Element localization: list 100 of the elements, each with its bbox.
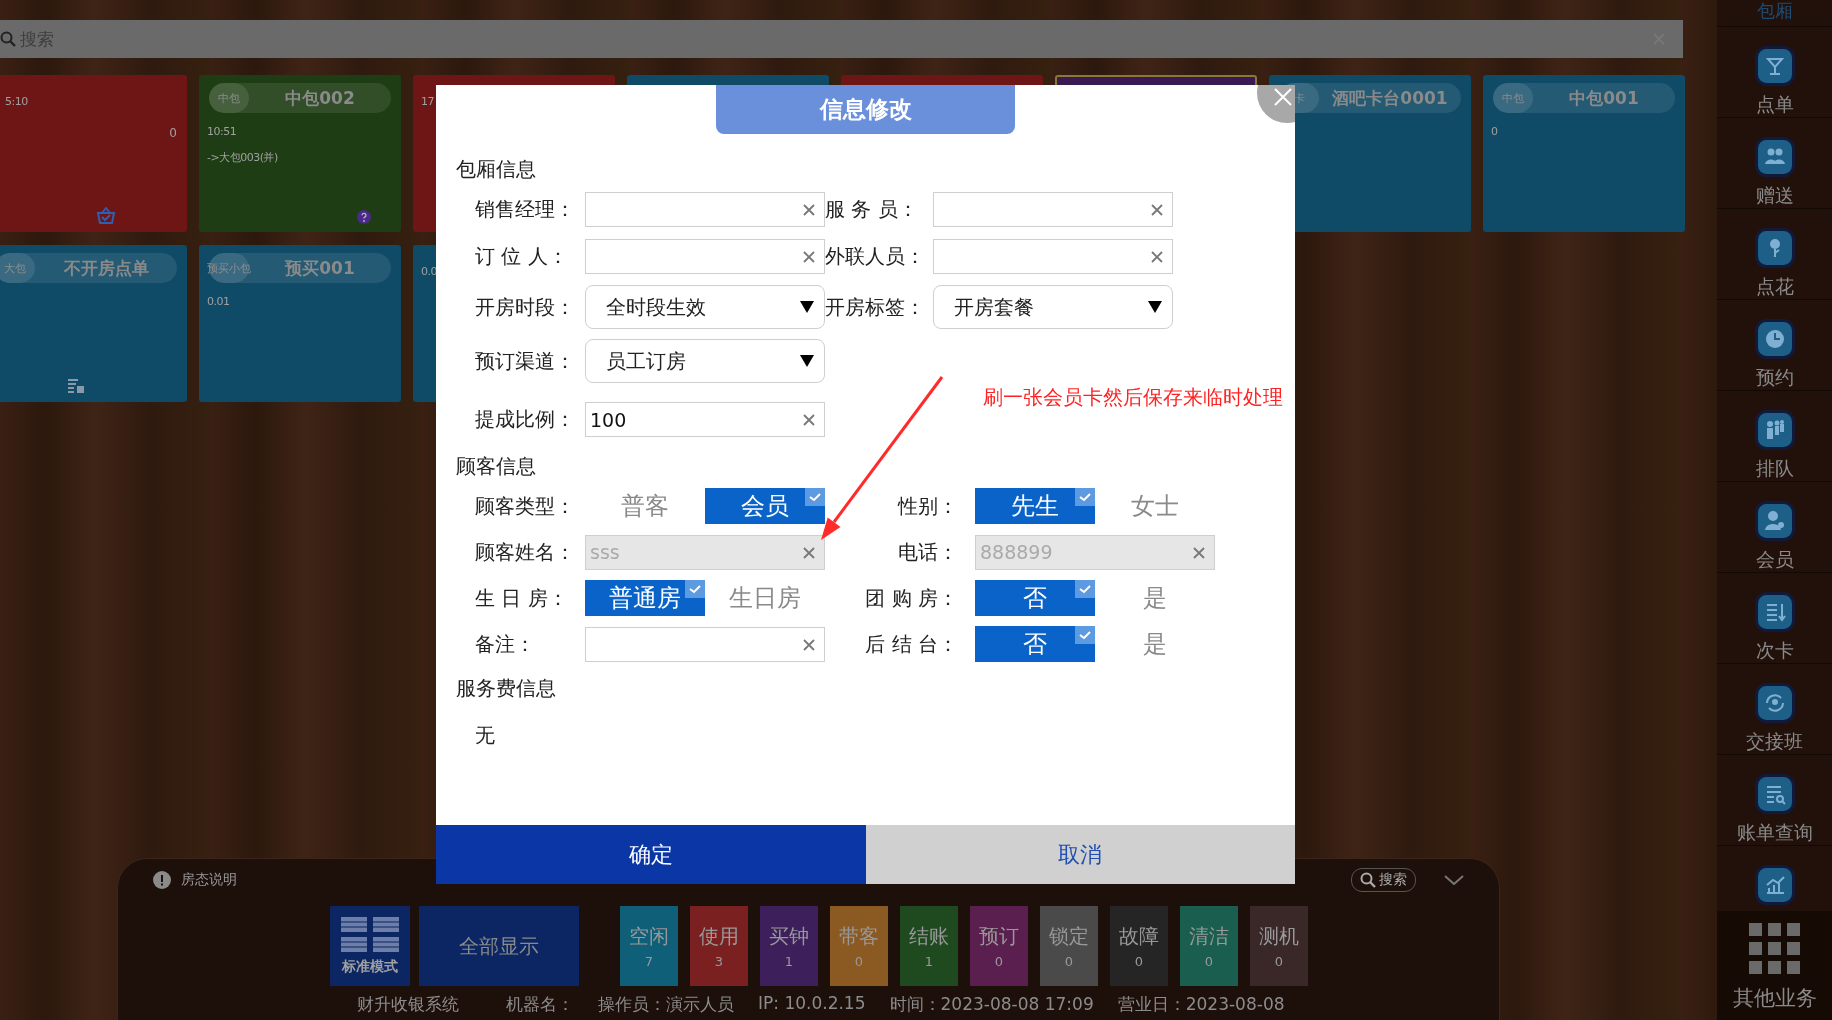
info-icon bbox=[153, 871, 171, 889]
sidebar-item[interactable]: 预约 bbox=[1717, 299, 1832, 390]
text-field[interactable] bbox=[585, 192, 825, 227]
section-heading: 顾客信息 bbox=[455, 453, 537, 479]
clear-icon[interactable] bbox=[1193, 546, 1205, 559]
annotation-text: 刷一张会员卡然后保存来临时处理 bbox=[983, 384, 1283, 411]
room-card[interactable]: 中包 中包002 10:51 ->大包003(并) bbox=[199, 75, 401, 232]
field-label: 电话： bbox=[897, 538, 959, 566]
sidebar-item[interactable]: 点单 bbox=[1717, 26, 1832, 117]
dialog-title: 信息修改 bbox=[716, 85, 1015, 134]
field-label: 提成比例： bbox=[475, 406, 576, 433]
status-text: 时间：2023-08-08 17:09 bbox=[889, 993, 1094, 1016]
confirm-button[interactable]: 确定 bbox=[436, 825, 866, 884]
chart-icon[interactable] bbox=[1754, 865, 1795, 905]
check-icon bbox=[1075, 626, 1095, 644]
grid-icon bbox=[341, 916, 399, 952]
status-tile[interactable]: 测机 0 bbox=[1250, 906, 1308, 986]
card-text: 5:10 bbox=[5, 95, 29, 108]
text-field[interactable] bbox=[933, 239, 1173, 274]
clear-icon[interactable] bbox=[803, 414, 815, 426]
caret-icon bbox=[1148, 301, 1162, 313]
people-icon bbox=[1754, 137, 1795, 177]
room-card[interactable]: 5:10 0 bbox=[0, 75, 187, 232]
sidebar-item[interactable]: 会员 bbox=[1717, 481, 1832, 572]
field-label: 销售经理： bbox=[475, 196, 576, 223]
room-card[interactable]: 中包 中包001 0 bbox=[1483, 75, 1685, 232]
room-card[interactable]: 预买小包 预买001 0.01 bbox=[199, 245, 401, 402]
text-field[interactable] bbox=[933, 192, 1173, 227]
text-field[interactable]: 100 bbox=[585, 402, 825, 437]
clear-icon[interactable] bbox=[1151, 251, 1163, 263]
status-tile[interactable]: 清洁 0 bbox=[1180, 906, 1238, 986]
text-field[interactable] bbox=[585, 626, 825, 662]
clear-icon[interactable] bbox=[803, 638, 815, 651]
status-tile[interactable]: 使用 3 bbox=[690, 906, 748, 986]
choice-option[interactable]: 会员 bbox=[705, 488, 825, 524]
list-icon bbox=[1754, 592, 1795, 632]
sidebar-item[interactable]: 交接班 bbox=[1717, 663, 1832, 754]
flower-icon bbox=[1754, 228, 1795, 268]
choice-option[interactable]: 否 bbox=[975, 626, 1095, 662]
dropdown[interactable]: 开房套餐 bbox=[933, 285, 1173, 329]
status-text: IP: 10.0.2.15 bbox=[758, 993, 866, 1015]
check-icon bbox=[1075, 580, 1095, 598]
choice-option[interactable]: 是 bbox=[1095, 626, 1215, 662]
cancel-button[interactable]: 取消 bbox=[865, 825, 1295, 884]
card-text: 0 bbox=[1491, 125, 1499, 138]
choice-option[interactable]: 普客 bbox=[585, 488, 705, 524]
sidebar-item[interactable]: 赠送 bbox=[1717, 117, 1832, 208]
mode-button[interactable]: 标准模式 bbox=[330, 906, 410, 986]
list-icon bbox=[67, 378, 85, 394]
choice-option[interactable]: 否 bbox=[975, 580, 1095, 616]
sidebar-item[interactable]: 排队 bbox=[1717, 390, 1832, 481]
choice-option[interactable]: 普通房 bbox=[585, 580, 705, 616]
clear-icon[interactable] bbox=[803, 251, 815, 263]
room-name: 中包001 bbox=[1568, 86, 1640, 110]
status-tile[interactable]: 预订 0 bbox=[970, 906, 1028, 986]
search-button[interactable]: 搜索 bbox=[1351, 868, 1416, 892]
field-label: 备注： bbox=[475, 630, 536, 658]
more-button[interactable]: 其他业务 bbox=[1717, 911, 1832, 1020]
card-text: 10:51 bbox=[207, 125, 238, 138]
close-icon bbox=[1274, 88, 1292, 106]
caret-icon bbox=[800, 355, 814, 367]
choice-option[interactable]: 生日房 bbox=[705, 580, 825, 616]
room-name: 不开房点单 bbox=[62, 256, 150, 280]
choice-option[interactable]: 先生 bbox=[975, 488, 1095, 524]
status-text: 操作员：演示人员 bbox=[598, 993, 734, 1016]
clear-icon[interactable] bbox=[1151, 204, 1163, 216]
card-text: 0.01 bbox=[207, 295, 231, 308]
section-heading: 包厢信息 bbox=[455, 156, 537, 182]
field-label: 生 日 房： bbox=[475, 584, 569, 612]
status-tile[interactable]: 结账 1 bbox=[900, 906, 958, 986]
room-tag: 大包 bbox=[0, 253, 35, 283]
sidebar-item[interactable]: 账单查询 bbox=[1717, 754, 1832, 845]
status-text: 营业日：2023-08-08 bbox=[1117, 993, 1285, 1016]
text-field[interactable] bbox=[585, 239, 825, 274]
choice-option[interactable]: 是 bbox=[1095, 580, 1215, 616]
chevron-icon[interactable] bbox=[1444, 875, 1464, 885]
status-tile[interactable]: 故障 0 bbox=[1110, 906, 1168, 986]
sidebar-header: 包厢 bbox=[1755, 0, 1794, 23]
field-label: 团 购 房： bbox=[864, 584, 959, 612]
sidebar-item[interactable]: 次卡 bbox=[1717, 572, 1832, 663]
field-label: 后 结 台： bbox=[864, 630, 959, 658]
dropdown[interactable]: 全时段生效 bbox=[585, 285, 825, 329]
field-label: 预订渠道： bbox=[475, 347, 576, 375]
field-label: 订 位 人： bbox=[475, 243, 569, 270]
glass-icon bbox=[1754, 46, 1795, 86]
legend-link[interactable]: 房态说明 bbox=[181, 871, 237, 889]
status-tile[interactable]: 锁定 0 bbox=[1040, 906, 1098, 986]
section-heading: 服务费信息 bbox=[455, 675, 557, 701]
clear-icon[interactable] bbox=[803, 546, 815, 559]
refresh-icon bbox=[1754, 683, 1795, 723]
sidebar-item[interactable]: 点花 bbox=[1717, 208, 1832, 299]
dropdown[interactable]: 员工订房 bbox=[585, 339, 825, 383]
field-label: 性别： bbox=[896, 492, 959, 520]
choice-option[interactable]: 女士 bbox=[1095, 488, 1215, 524]
field-label: 开房标签： bbox=[825, 293, 926, 321]
status-text: 机器名： bbox=[506, 993, 574, 1016]
status-tile[interactable]: 买钟 1 bbox=[760, 906, 818, 986]
field-label: 外联人员： bbox=[825, 243, 926, 270]
show-all-button[interactable]: 全部显示 bbox=[419, 906, 579, 986]
clear-icon[interactable] bbox=[803, 204, 815, 216]
